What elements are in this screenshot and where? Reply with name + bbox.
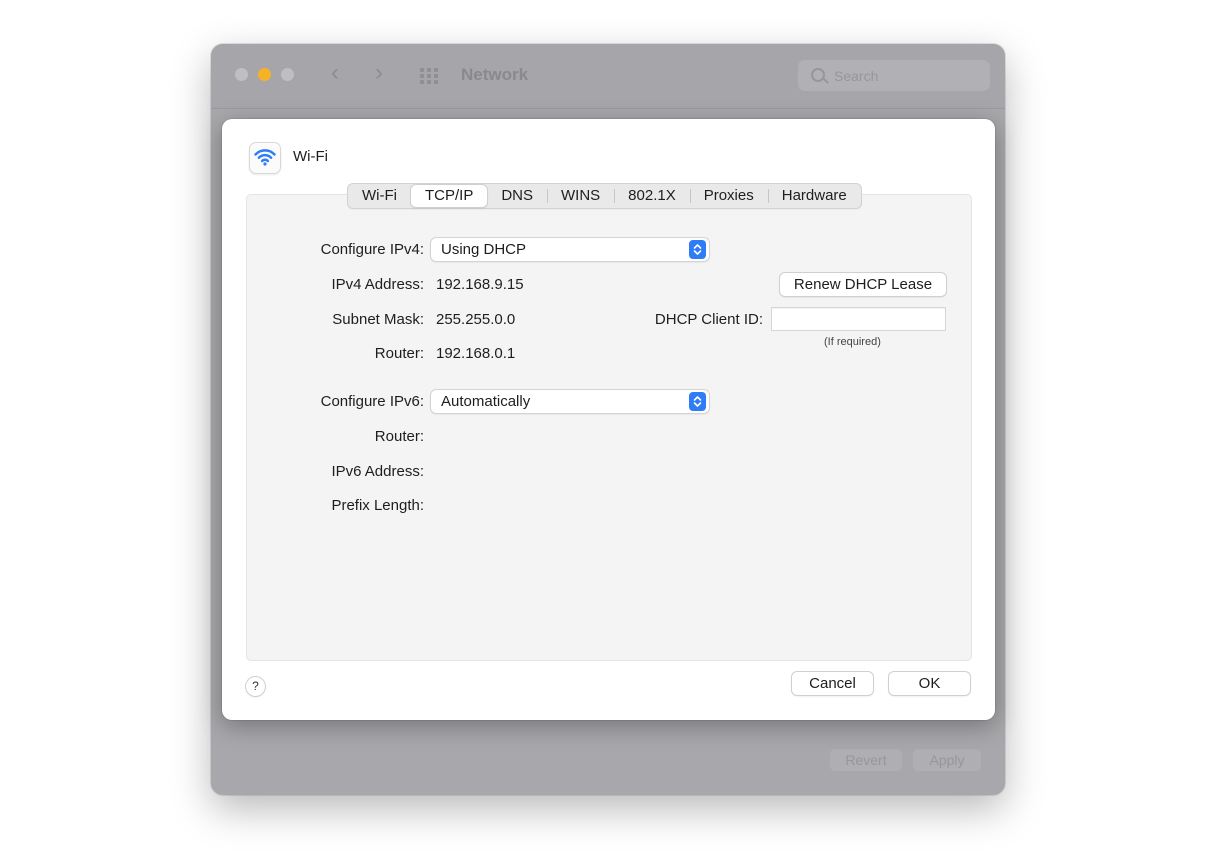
renew-dhcp-lease-button[interactable]: Renew DHCP Lease xyxy=(780,273,946,296)
subnet-mask-label: Subnet Mask: xyxy=(332,311,424,328)
search-field[interactable]: Search xyxy=(798,60,990,91)
ipv4-address-label: IPv4 Address: xyxy=(331,276,424,293)
tab-dns[interactable]: DNS xyxy=(487,184,547,208)
tab-8021x[interactable]: 802.1X xyxy=(614,184,690,208)
show-all-grid-icon[interactable] xyxy=(420,68,442,84)
apply-button[interactable]: Apply xyxy=(913,749,981,771)
window-titlebar: ‹ › Network Search xyxy=(211,44,1005,109)
revert-button[interactable]: Revert xyxy=(830,749,902,771)
ipv6-address-label: IPv6 Address: xyxy=(331,463,424,480)
dhcp-client-id-hint: (If required) xyxy=(824,336,881,348)
popup-arrows-icon xyxy=(689,240,706,259)
cancel-button[interactable]: Cancel xyxy=(792,672,873,695)
tab-wins[interactable]: WINS xyxy=(547,184,614,208)
configure-ipv4-select[interactable]: Using DHCP xyxy=(431,238,709,261)
wifi-icon xyxy=(249,142,281,174)
window-title: Network xyxy=(461,65,529,84)
dhcp-client-id-field[interactable] xyxy=(771,307,946,331)
interface-name: Wi-Fi xyxy=(293,148,328,165)
configure-ipv4-label: Configure IPv4: xyxy=(320,241,424,258)
configure-ipv6-label: Configure IPv6: xyxy=(320,393,424,410)
dhcp-client-id-label: DHCP Client ID: xyxy=(654,311,763,328)
help-button[interactable]: ? xyxy=(246,677,265,696)
back-arrow-icon[interactable]: ‹ xyxy=(331,61,339,85)
ipv4-router-value: 192.168.0.1 xyxy=(436,345,516,362)
tab-bar: Wi-Fi TCP/IP DNS WINS 802.1X Proxies Har… xyxy=(347,183,862,209)
configure-ipv6-select[interactable]: Automatically xyxy=(431,390,709,413)
forward-arrow-icon[interactable]: › xyxy=(375,61,383,85)
advanced-network-sheet: Wi-Fi Wi-Fi TCP/IP DNS WINS 802.1X Proxi… xyxy=(222,119,995,720)
tab-tcpip[interactable]: TCP/IP xyxy=(410,185,488,207)
minimize-window-button[interactable] xyxy=(258,68,271,81)
search-icon xyxy=(811,68,825,82)
ipv4-router-label: Router: xyxy=(374,345,424,362)
subnet-mask-value: 255.255.0.0 xyxy=(436,311,516,328)
search-placeholder: Search xyxy=(834,68,879,84)
tab-hardware[interactable]: Hardware xyxy=(767,184,861,208)
configure-ipv4-value: Using DHCP xyxy=(441,241,527,258)
tab-proxies[interactable]: Proxies xyxy=(689,184,768,208)
ipv6-router-label: Router: xyxy=(374,428,424,445)
tab-wifi[interactable]: Wi-Fi xyxy=(348,184,411,208)
close-window-button[interactable] xyxy=(235,68,248,81)
prefix-length-label: Prefix Length: xyxy=(331,497,424,514)
configure-ipv6-value: Automatically xyxy=(441,393,531,410)
zoom-window-button[interactable] xyxy=(281,68,294,81)
ok-button[interactable]: OK xyxy=(889,672,970,695)
popup-arrows-icon xyxy=(689,392,706,411)
ipv4-address-value: 192.168.9.15 xyxy=(436,276,524,293)
